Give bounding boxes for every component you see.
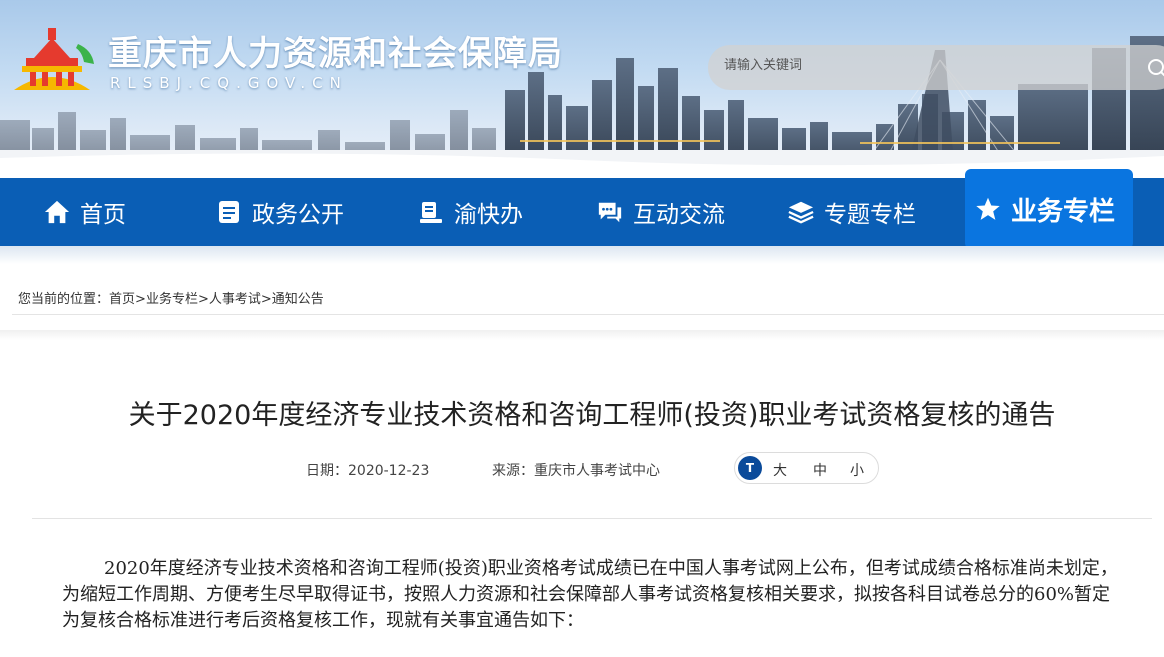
nav-item-label: 首页	[80, 202, 126, 228]
breadcrumb-link-home[interactable]: 首页	[109, 292, 135, 307]
font-size-large-button[interactable]: 大	[773, 460, 787, 480]
site-header: 重庆市人力资源和社会保障局 RLSBJ.CQ.GOV.CN	[0, 0, 1164, 178]
document-icon	[216, 199, 242, 225]
nav-item-label: 专题专栏	[824, 202, 916, 228]
source-label: 来源：	[492, 463, 534, 479]
font-size-icon-text: T	[745, 461, 755, 475]
breadcrumb-prefix: 您当前的位置：	[18, 292, 110, 307]
service-icon	[418, 199, 444, 225]
nav-shadow	[0, 246, 1164, 264]
nav-item-topics[interactable]: 专题专栏	[788, 178, 916, 246]
breadcrumb-separator: >	[135, 292, 146, 307]
nav-item-gov-affairs[interactable]: 政务公开	[216, 178, 344, 246]
site-domain: RLSBJ.CQ.GOV.CN	[110, 74, 348, 92]
main-nav: 首页 政务公开 渝快办 互动交流 专题专栏 业务专栏	[0, 169, 1164, 249]
nav-item-interaction[interactable]: 互动交流	[597, 178, 725, 246]
font-size-switcher: T 大 中 小	[734, 452, 879, 484]
chat-icon	[597, 199, 623, 225]
star-icon	[975, 196, 1001, 222]
divider	[12, 314, 1164, 315]
content-shadow	[0, 330, 1164, 340]
nav-item-label: 政务公开	[252, 202, 344, 228]
site-logo	[14, 28, 94, 90]
article-body: 2020年度经济专业技术资格和咨询工程师(投资)职业资格考试成绩已在中国人事考试…	[62, 558, 1118, 631]
nav-item-yukuaiban[interactable]: 渝快办	[418, 178, 523, 246]
date-label: 日期：	[306, 463, 348, 479]
search-input[interactable]	[724, 58, 1124, 73]
nav-item-business[interactable]: 业务专栏	[965, 169, 1133, 249]
font-size-medium-button[interactable]: 中	[813, 460, 827, 480]
breadcrumb-link-business[interactable]: 业务专栏	[146, 292, 198, 307]
layers-icon	[788, 199, 814, 225]
nav-item-label: 渝快办	[454, 202, 523, 228]
search-bar	[708, 45, 1164, 90]
date-value: 2020-12-23	[348, 463, 430, 479]
breadcrumb-separator: >	[197, 292, 209, 307]
breadcrumb-link-notice[interactable]: 通知公告	[272, 292, 324, 307]
divider	[32, 518, 1152, 519]
breadcrumb: 您当前的位置：首页>业务专栏>人事考试>通知公告	[18, 288, 324, 307]
font-size-small-button[interactable]: 小	[850, 460, 864, 480]
nav-item-label: 互动交流	[633, 202, 725, 228]
font-size-icon: T	[738, 456, 762, 480]
search-icon[interactable]	[1146, 57, 1164, 79]
source-value: 重庆市人事考试中心	[534, 463, 660, 479]
breadcrumb-separator: >	[260, 292, 272, 307]
breadcrumb-link-exam[interactable]: 人事考试	[209, 292, 261, 307]
home-icon	[44, 199, 70, 225]
site-title: 重庆市人力资源和社会保障局	[108, 34, 563, 74]
nav-item-home[interactable]: 首页	[44, 178, 126, 246]
article-source: 来源：重庆市人事考试中心	[492, 460, 660, 480]
nav-item-label: 业务专栏	[1011, 196, 1116, 227]
article-date: 日期：2020-12-23	[306, 460, 429, 480]
article-title: 关于2020年度经济专业技术资格和咨询工程师(投资)职业考试资格复核的通告	[128, 400, 1056, 431]
